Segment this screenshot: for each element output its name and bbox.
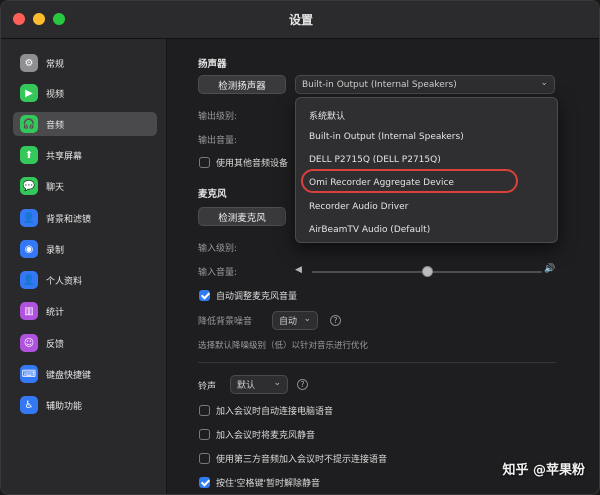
sidebar-item[interactable]: ▶ 视频 [13,81,157,105]
sidebar: ⚙ 常规 ▶ 视频 🎧 音频 ⬆ 共享屏幕 💬 聊天 👤 背景和滤镜 ◉ 录制 👤 个人资料 ▥ 统计 ☺ 反馈 ⌨ 键盘… [1,39,167,494]
chevron-down-icon: ⌄ [273,378,281,388]
sidebar-item-label: 背景和滤镜 [46,214,92,225]
sidebar-item-label: 键盘快捷键 [46,370,92,381]
accessibility-icon: ♿ [20,396,38,414]
sidebar-item-label: 常规 [46,59,65,70]
ringtone-label: 铃声 [198,382,217,392]
ringtone-value: 默认 [237,381,256,391]
sidebar-item[interactable]: ◉ 录制 [13,237,157,261]
sidebar-item[interactable]: ♿ 辅助功能 [13,393,157,417]
sidebar-item[interactable]: 🎧 音频 [13,112,157,136]
option-label: 使用第三方音频加入会议时不提示连接语音 [216,455,388,465]
title-bar: 设置 [1,1,599,39]
sidebar-item-label: 共享屏幕 [46,151,83,162]
input-level-label: 输入级别: [198,244,238,254]
headphones-icon: 🎧 [20,115,38,133]
background-icon: 👤 [20,209,38,227]
keyboard-icon: ⌨ [20,365,38,383]
speaker-device-option[interactable]: 系统默认 [309,109,345,122]
volume-low-icon: ◀ [295,265,302,275]
speaker-section-title: 扬声器 [198,59,227,70]
noise-suppression-select[interactable]: 自动 ⌄ [272,311,318,330]
chevron-down-icon: ⌄ [303,314,311,324]
sidebar-item[interactable]: ⌨ 键盘快捷键 [13,362,157,386]
speaker-device-value: Built-in Output (Internal Speakers) [302,79,457,90]
option-label: 按住'空格键'暂时解除静音 [216,479,320,489]
output-level-label: 输出级别: [198,112,238,122]
highlight-annotation [301,169,518,193]
option-checkbox[interactable] [199,429,210,440]
speaker-device-option[interactable]: Recorder Audio Driver [309,202,408,212]
option-checkbox[interactable] [199,453,210,464]
sidebar-item-label: 聊天 [46,182,65,193]
sidebar-item[interactable]: ⚙ 常规 [13,51,157,75]
option-label: 加入会议时自动连接电脑语音 [216,407,334,417]
sidebar-item-label: 个人资料 [46,276,83,287]
sidebar-item[interactable]: 💬 聊天 [13,174,157,198]
separate-device-checkbox[interactable] [199,157,210,168]
sidebar-item[interactable]: ⬆ 共享屏幕 [13,143,157,167]
watermark: 知乎 @苹果粉 [502,463,585,478]
input-volume-label: 输入音量: [198,268,238,278]
sidebar-item-label: 录制 [46,245,65,256]
microphone-section-title: 麦克风 [198,189,227,200]
separate-device-label: 使用其他音频设备 [216,159,289,169]
speaker-device-option[interactable]: DELL P2715Q (DELL P2715Q) [309,155,441,165]
noise-suppression-label: 降低背景噪音 [198,317,253,327]
sidebar-item[interactable]: 👤 个人资料 [13,268,157,292]
test-speaker-button[interactable]: 检测扬声器 [198,75,286,94]
option-label: 加入会议时将麦克风静音 [216,431,316,441]
noise-suppression-value: 自动 [279,317,298,327]
speaker-device-option[interactable]: Built-in Output (Internal Speakers) [309,132,464,142]
chat-icon: 💬 [20,177,38,195]
sidebar-item[interactable]: ☺ 反馈 [13,331,157,355]
share-screen-icon: ⬆ [20,146,38,164]
volume-high-icon: 🔊 [544,264,556,274]
profile-icon: 👤 [20,271,38,289]
speaker-device-option[interactable]: AirBeamTV Audio (Default) [309,225,430,235]
noise-suppression-hint: 选择默认降噪级别（低）以针对音乐进行优化 [198,341,369,351]
stats-icon: ▥ [20,302,38,320]
chevron-down-icon: ⌄ [540,78,548,88]
help-icon[interactable]: ? [297,379,308,390]
sidebar-item[interactable]: ▥ 统计 [13,299,157,323]
sidebar-item-label: 辅助功能 [46,401,83,412]
auto-adjust-mic-label: 自动调整麦克风音量 [216,292,298,302]
sidebar-item-label: 反馈 [46,339,65,350]
help-icon[interactable]: ? [330,315,341,326]
output-volume-label: 输出音量: [198,136,238,146]
sidebar-item[interactable]: 👤 背景和滤镜 [13,206,157,230]
option-checkbox[interactable] [199,477,210,488]
input-volume-knob[interactable] [422,266,433,277]
video-icon: ▶ [20,84,38,102]
settings-window: 设置 ⚙ 常规 ▶ 视频 🎧 音频 ⬆ 共享屏幕 💬 聊天 👤 背景和滤镜 ◉ 录制 👤 个人资料 ▥ 统计 ☺ 反馈… [0,0,600,495]
sidebar-item-label: 统计 [46,307,65,318]
test-microphone-button[interactable]: 检测麦克风 [198,207,286,226]
record-icon: ◉ [20,240,38,258]
window-title: 设置 [288,13,313,27]
gear-icon: ⚙ [20,54,38,72]
option-checkbox[interactable] [199,405,210,416]
ringtone-select[interactable]: 默认 ⌄ [230,375,288,394]
speaker-device-select[interactable]: Built-in Output (Internal Speakers) ⌄ [295,75,555,94]
auto-adjust-mic-checkbox[interactable] [199,290,210,301]
sidebar-item-label: 音频 [46,120,65,131]
feedback-icon: ☺ [20,334,38,352]
section-divider [198,362,556,363]
sidebar-item-label: 视频 [46,89,65,100]
